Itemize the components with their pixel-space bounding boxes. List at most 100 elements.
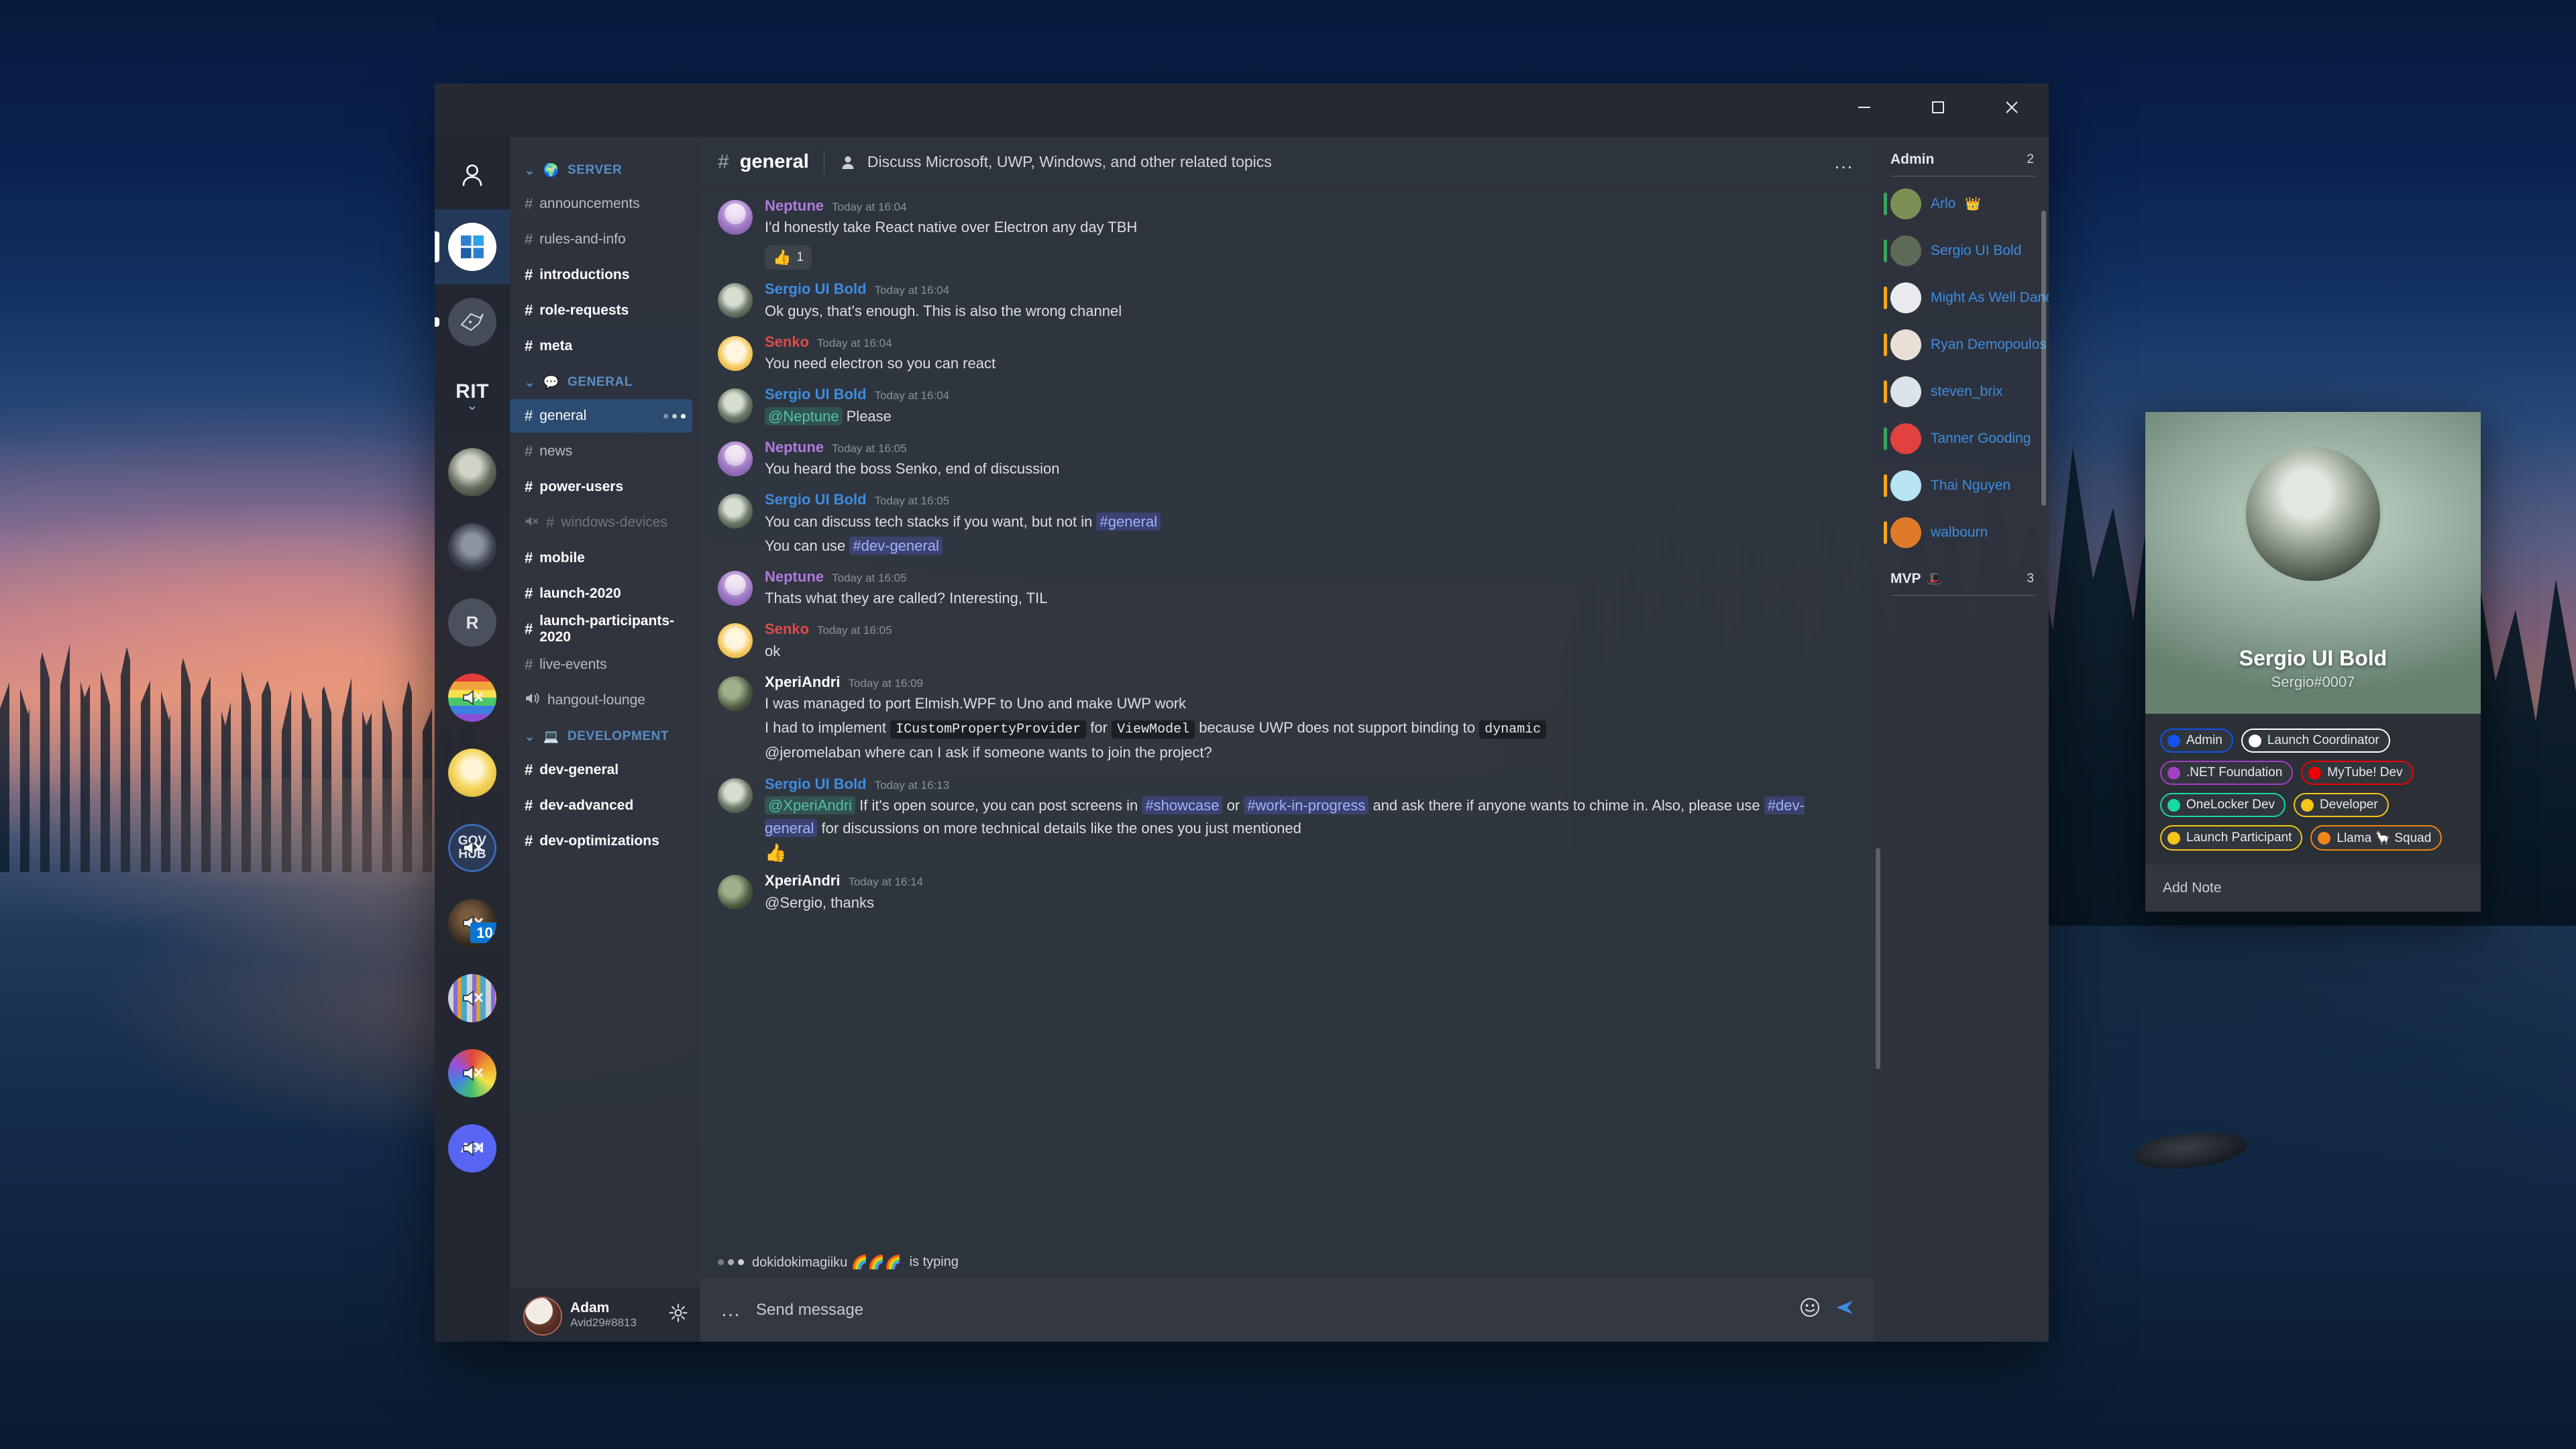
channel-item-role-requests[interactable]: #role-requests	[510, 294, 692, 327]
channel-mention[interactable]: #dev-general	[849, 537, 942, 555]
channel-item-launch-participants-2020[interactable]: #launch-participants-2020	[510, 612, 692, 646]
channel-mention[interactable]: #general	[1096, 513, 1161, 531]
avatar[interactable]	[718, 388, 753, 423]
chat-message: Sergio UI BoldToday at 16:13@XperiAndri …	[700, 770, 1874, 867]
profile-role-pill[interactable]: .NET Foundation	[2160, 761, 2293, 785]
channel-item-power-users[interactable]: #power-users	[510, 470, 692, 504]
profile-role-pill[interactable]: OneLocker Dev	[2160, 793, 2286, 817]
channel-item-dev-advanced[interactable]: #dev-advanced	[510, 789, 692, 822]
message-author[interactable]: Sergio UI Bold	[765, 280, 867, 298]
maximize-button[interactable]	[1901, 83, 1975, 131]
message-reaction[interactable]: 👍1	[765, 246, 812, 270]
channel-more-icon[interactable]: …	[1833, 151, 1856, 174]
channel-scroll-area[interactable]: ⌄🌍SERVER#announcements#rules-and-info#in…	[510, 137, 700, 1288]
add-note-input[interactable]: Add Note	[2145, 865, 2481, 912]
member-list-item[interactable]: Ryan Demopoulos	[1874, 321, 2049, 368]
server-icon-13[interactable]: API	[435, 1111, 510, 1186]
avatar[interactable]	[718, 623, 753, 658]
chat-message: Sergio UI BoldToday at 16:04Ok guys, tha…	[700, 275, 1874, 327]
channel-category-server[interactable]: ⌄🌍SERVER	[510, 153, 700, 185]
channel-item-windows-devices[interactable]: #windows-devices	[510, 506, 692, 539]
inline-code: ViewModel	[1112, 720, 1195, 739]
server-icon-12[interactable]	[435, 1036, 510, 1111]
send-icon[interactable]	[1834, 1297, 1856, 1324]
avatar[interactable]	[718, 676, 753, 711]
avatar[interactable]	[718, 283, 753, 318]
user-mention[interactable]: @XperiAndri	[765, 796, 855, 814]
server-icon-5[interactable]	[435, 510, 510, 585]
emoji-icon[interactable]	[1799, 1297, 1821, 1324]
profile-role-pill[interactable]: MyTube! Dev	[2301, 761, 2413, 785]
message-author[interactable]: Neptune	[765, 439, 824, 456]
channel-item-dev-optimizations[interactable]: #dev-optimizations	[510, 824, 692, 858]
member-list-item[interactable]: Sergio UI Bold	[1874, 227, 2049, 274]
server-icon-8[interactable]	[435, 735, 510, 810]
member-scrollbar[interactable]	[2041, 211, 2046, 506]
channel-item-announcements[interactable]: #announcements	[510, 187, 692, 221]
server-icon-1[interactable]	[435, 209, 510, 284]
channel-category-general[interactable]: ⌄💬GENERAL	[510, 365, 700, 397]
member-list-item[interactable]: steven_brix	[1874, 368, 2049, 415]
profile-role-pill[interactable]: Llama 🦙 Squad	[2310, 825, 2442, 851]
member-list-item[interactable]: Might As Well Dance	[1874, 274, 2049, 321]
member-list[interactable]: Admin2Arlo👑Sergio UI BoldMight As Well D…	[1874, 137, 2049, 1342]
server-icon-6[interactable]: R	[435, 585, 510, 660]
close-button[interactable]	[1975, 83, 2049, 131]
server-icon-9[interactable]: GOVHUB	[435, 810, 510, 885]
server-icon-4[interactable]	[435, 435, 510, 510]
channel-item-launch-2020[interactable]: #launch-2020	[510, 577, 692, 610]
profile-role-pill[interactable]: Launch Participant	[2160, 825, 2302, 851]
channel-item-dev-general[interactable]: #dev-general	[510, 753, 692, 787]
channel-item-hangout-lounge[interactable]: hangout-lounge	[510, 684, 692, 717]
avatar[interactable]	[718, 336, 753, 371]
member-list-item[interactable]: Tanner Gooding	[1874, 415, 2049, 462]
message-list[interactable]: NeptuneToday at 16:04I'd honestly take R…	[700, 188, 1874, 1277]
channel-category-development[interactable]: ⌄💻DEVELOPMENT	[510, 719, 700, 751]
user-mention[interactable]: @Neptune	[765, 407, 843, 425]
member-list-item[interactable]: Arlo👑	[1874, 180, 2049, 227]
channel-item-introductions[interactable]: #introductions	[510, 258, 692, 292]
message-author[interactable]: XperiAndri	[765, 674, 840, 691]
member-scrollbar-thumb[interactable]	[1876, 848, 1880, 1069]
server-icon-3[interactable]: RIT⌄	[435, 360, 510, 435]
avatar	[1890, 376, 1921, 407]
avatar[interactable]	[718, 875, 753, 910]
message-author[interactable]: Sergio UI Bold	[765, 386, 867, 403]
member-list-item[interactable]: Thai Nguyen	[1874, 462, 2049, 509]
message-author[interactable]: Sergio UI Bold	[765, 775, 867, 793]
avatar[interactable]	[718, 200, 753, 235]
avatar[interactable]	[718, 778, 753, 813]
channel-item-news[interactable]: #news	[510, 435, 692, 468]
server-icon-10[interactable]: 104	[435, 885, 510, 961]
message-input[interactable]: Send message	[756, 1301, 1786, 1320]
channel-item-general[interactable]: #general	[510, 399, 692, 433]
channel-item-live-events[interactable]: #live-events	[510, 648, 692, 682]
gear-icon[interactable]	[668, 1303, 688, 1328]
server-icon-11[interactable]	[435, 961, 510, 1036]
home-button[interactable]	[435, 141, 510, 209]
avatar[interactable]	[718, 571, 753, 606]
minimize-button[interactable]	[1827, 83, 1901, 131]
message-author[interactable]: Sergio UI Bold	[765, 491, 867, 508]
message-author[interactable]: Senko	[765, 621, 809, 638]
server-icon-2[interactable]	[435, 284, 510, 360]
message-author[interactable]: Senko	[765, 333, 809, 351]
message-author[interactable]: Neptune	[765, 197, 824, 215]
profile-role-pill[interactable]: Developer	[2294, 793, 2389, 817]
server-icon-7[interactable]	[435, 660, 510, 735]
current-user-bar[interactable]: Adam Avid29#8813	[510, 1288, 700, 1342]
attachment-icon[interactable]: …	[720, 1299, 743, 1322]
message-composer[interactable]: … Send message	[700, 1277, 1874, 1342]
channel-item-rules-and-info[interactable]: #rules-and-info	[510, 223, 692, 256]
avatar[interactable]	[718, 494, 753, 529]
channel-mention[interactable]: #work-in-progress	[1244, 796, 1368, 814]
channel-item-meta[interactable]: #meta	[510, 329, 692, 363]
avatar[interactable]	[718, 441, 753, 476]
profile-role-pill[interactable]: Launch Coordinator	[2241, 729, 2390, 753]
channel-item-mobile[interactable]: #mobile	[510, 541, 692, 575]
profile-role-pill[interactable]: Admin	[2160, 729, 2233, 753]
message-author[interactable]: XperiAndri	[765, 872, 840, 890]
member-list-item[interactable]: walbourn	[1874, 509, 2049, 556]
channel-mention[interactable]: #showcase	[1142, 796, 1222, 814]
message-author[interactable]: Neptune	[765, 568, 824, 586]
